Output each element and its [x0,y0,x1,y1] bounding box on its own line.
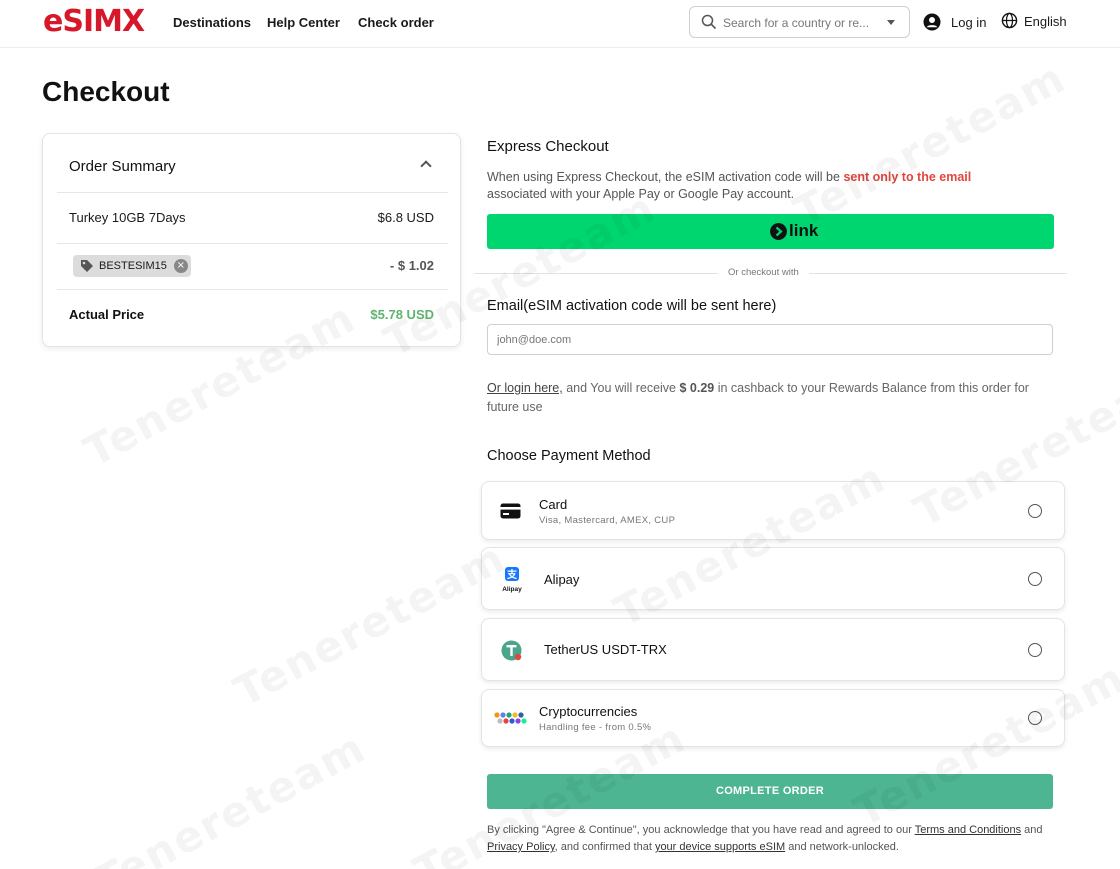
divider [57,192,448,193]
express-warning: sent only to the email [843,170,972,184]
divider [57,289,448,290]
item-name: Turkey 10GB 7Days [69,210,186,225]
payment-option-crypto[interactable]: Cryptocurrencies Handling fee - from 0.5… [481,689,1065,747]
or-checkout-with: Or checkout with [718,267,809,278]
cashback-amount: $ 0.29 [679,381,715,395]
express-checkout-text: When using Express Checkout, the eSIM ac… [487,170,972,201]
terms-notice: By clicking "Agree & Continue", you ackn… [487,824,1043,853]
link-arrow-icon [770,223,787,240]
payment-alipay-name: Alipay [544,572,580,587]
page-title: Checkout [42,76,170,107]
order-summary-title: Order Summary [69,158,176,175]
payment-option-card[interactable]: Card Visa, Mastercard, AMEX, CUP [481,481,1065,540]
search-icon [701,14,717,30]
payment-option-alipay[interactable]: 支 Alipay Alipay [481,547,1065,610]
login-here-link[interactable]: Or login here, [487,381,563,395]
terms-link[interactable]: Terms and Conditions [915,824,1021,836]
svg-text:Alipay: Alipay [502,586,522,593]
credit-card-icon [500,503,521,519]
email-field[interactable] [487,324,1053,355]
nav-check-order[interactable]: Check order [358,15,434,30]
payment-card-name: Card [539,497,568,512]
tether-icon [501,640,522,661]
link-button-label: link [789,221,819,240]
chevron-up-icon[interactable] [420,160,432,172]
radio-tether[interactable] [1028,643,1042,657]
payment-method-title: Choose Payment Method [487,448,651,464]
divider [57,243,448,244]
login-link[interactable]: Log in [951,15,986,30]
search-box[interactable]: Search for a country or re... [689,6,910,38]
nav-destinations[interactable]: Destinations [173,15,251,30]
radio-card[interactable] [1028,504,1042,518]
user-icon[interactable] [923,13,941,31]
language-selector[interactable]: English [1024,14,1067,29]
nav-help-center[interactable]: Help Center [267,15,340,30]
radio-alipay[interactable] [1028,572,1042,586]
payment-crypto-sub: Handling fee - from 0.5% [539,722,652,733]
express-checkout-title: Express Checkout [487,138,609,155]
privacy-link[interactable]: Privacy Policy [487,841,555,853]
payment-tether-name: TetherUS USDT-TRX [544,642,667,657]
payment-option-tether[interactable]: TetherUS USDT-TRX [481,618,1065,681]
actual-price-label: Actual Price [69,307,145,322]
device-support-link[interactable]: your device supports eSIM [655,841,785,853]
site-logo[interactable]: eSIMX [43,4,145,39]
email-label: Email(eSIM activation code will be sent … [487,298,777,314]
top-header: eSIMX Destinations Help Center Check ord… [0,0,1120,48]
radio-crypto[interactable] [1028,711,1042,725]
tag-icon [81,260,93,272]
payment-crypto-name: Cryptocurrencies [539,704,638,719]
payment-card-sub: Visa, Mastercard, AMEX, CUP [539,515,676,526]
coupon-code: BESTESIM15 [99,260,167,272]
coupon-chip: BESTESIM15 × [73,255,191,277]
cashback-note: Or login here, and You will receive $ 0.… [487,381,1029,414]
svg-text:支: 支 [506,568,518,581]
order-summary-card: Order Summary Turkey 10GB 7Days $6.8 USD… [42,133,461,347]
actual-price-value: $5.78 USD [370,307,434,322]
remove-coupon-icon[interactable]: × [173,259,188,273]
search-input[interactable]: Search for a country or re... [723,16,869,30]
item-price: $6.8 USD [377,210,434,225]
globe-icon[interactable] [1001,12,1018,29]
alipay-icon: 支 Alipay [502,567,522,593]
complete-order-button[interactable]: COMPLETE ORDER [487,774,1053,809]
discount-amount: - $ 1.02 [389,258,434,273]
chevron-down-icon[interactable] [887,20,895,25]
crypto-icon [494,712,527,724]
